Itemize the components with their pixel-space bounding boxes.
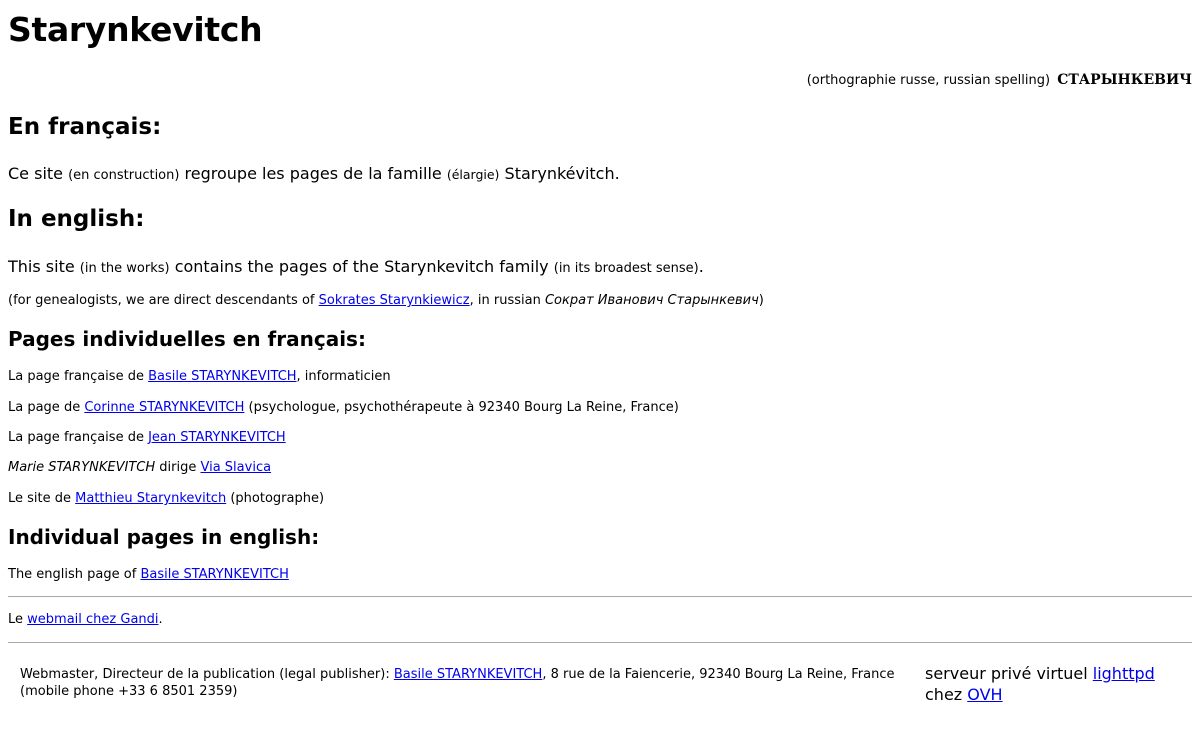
basile-fr-link[interactable]: Basile STARYNKEVITCH xyxy=(148,369,296,384)
list-item: La page de Corinne STARYNKEVITCH (psycho… xyxy=(8,400,679,415)
webmail-line: Le webmail chez Gandi. xyxy=(8,612,163,627)
footer-phone: (mobile phone +33 6 8501 2359) xyxy=(20,684,238,699)
english-intro-text-1: This site xyxy=(8,257,75,276)
footer-address: , 8 rue de la Faiencerie, 92340 Bourg La… xyxy=(542,667,895,682)
via-slavica-link[interactable]: Via Slavica xyxy=(200,460,271,475)
english-intro-text-2: contains the pages of the Starynkevitch … xyxy=(174,257,549,276)
divider xyxy=(8,642,1192,643)
russian-spelling-prefix: (orthographie russe, russian spelling) xyxy=(806,73,1051,88)
jean-link[interactable]: Jean STARYNKEVITCH xyxy=(148,430,286,445)
list-item: La page française de Basile STARYNKEVITC… xyxy=(8,369,391,384)
french-heading: En français: xyxy=(8,114,162,140)
footer-host-text: chez xyxy=(925,685,963,704)
french-pages-heading: Pages individuelles en français: xyxy=(8,327,366,351)
page-title: Starynkevitch xyxy=(8,10,263,49)
footer-prefix: Webmaster, Directeur de la publication (… xyxy=(20,667,390,682)
footer-publisher-line-1: Webmaster, Directeur de la publication (… xyxy=(20,666,900,683)
webmail-suffix: . xyxy=(158,612,163,627)
list-item: The english page of Basile STARYNKEVITCH xyxy=(8,567,289,582)
english-intro-note-1: (in the works) xyxy=(79,261,170,276)
item-text: La page française de xyxy=(8,369,144,384)
english-intro: This site (in the works) contains the pa… xyxy=(8,257,704,276)
item-text: The english page of xyxy=(8,567,137,582)
french-intro-note-1: (en construction) xyxy=(68,168,180,183)
genealogy-prefix: (for genealogists, we are direct descend… xyxy=(8,293,315,308)
russian-spelling-name: СТАРЫНКЕВИЧ xyxy=(1057,72,1192,88)
french-intro-note-2: (élargie) xyxy=(446,167,500,182)
item-text: La page française de xyxy=(8,430,144,445)
english-intro-text-3: . xyxy=(698,257,704,276)
item-suffix: (psychologue, psychothérapeute à 92340 B… xyxy=(248,400,679,415)
divider xyxy=(8,596,1192,597)
matthieu-link[interactable]: Matthieu Starynkevitch xyxy=(75,491,226,506)
webmail-link[interactable]: webmail chez Gandi xyxy=(27,612,158,627)
genealogy-middle: , in russian xyxy=(469,293,541,308)
french-intro-text-1: Ce site xyxy=(8,164,63,183)
genealogy-suffix: ) xyxy=(758,293,764,308)
item-text: dirige xyxy=(159,460,197,475)
list-item: Le site de Matthieu Starynkevitch (photo… xyxy=(8,491,324,506)
sokrates-link[interactable]: Sokrates Starynkiewicz xyxy=(319,293,470,308)
list-item: Marie STARYNKEVITCH dirige Via Slavica xyxy=(8,460,271,475)
webmail-prefix: Le xyxy=(8,612,24,627)
item-text: Le site de xyxy=(8,491,72,506)
lighttpd-link[interactable]: lighttpd xyxy=(1093,664,1155,683)
english-pages-heading: Individual pages in english: xyxy=(8,525,320,549)
english-heading: In english: xyxy=(8,206,145,232)
ovh-link[interactable]: OVH xyxy=(967,685,1002,704)
genealogy-russian-name: Сократ Иванович Старынкевич xyxy=(544,293,759,308)
corinne-link[interactable]: Corinne STARYNKEVITCH xyxy=(84,400,244,415)
french-intro-text-3: Starynkévitch. xyxy=(504,164,620,183)
footer-basile-link[interactable]: Basile STARYNKEVITCH xyxy=(394,667,542,682)
english-intro-note-2: (in its broadest sense) xyxy=(553,261,699,276)
item-text: La page de xyxy=(8,400,81,415)
russian-spelling-line: (orthographie russe, russian spelling) С… xyxy=(807,72,1192,88)
footer-publisher: Webmaster, Directeur de la publication (… xyxy=(20,666,900,700)
french-intro: Ce site (en construction) regroupe les p… xyxy=(8,164,620,183)
footer-server-line-2: chez OVH xyxy=(925,684,1155,705)
french-intro-text-2: regroupe les pages de la famille xyxy=(184,164,442,183)
footer-server-text: serveur privé virtuel xyxy=(925,664,1088,683)
item-italic-name: Marie STARYNKEVITCH xyxy=(8,460,156,475)
footer-server: serveur privé virtuel lighttpd chez OVH xyxy=(925,663,1155,705)
basile-en-link[interactable]: Basile STARYNKEVITCH xyxy=(140,567,288,582)
genealogy-note: (for genealogists, we are direct descend… xyxy=(8,293,764,308)
item-suffix: (photographe) xyxy=(230,491,325,506)
item-suffix: , informaticien xyxy=(296,369,391,384)
list-item: La page française de Jean STARYNKEVITCH xyxy=(8,430,286,445)
footer-server-line-1: serveur privé virtuel lighttpd xyxy=(925,663,1155,684)
